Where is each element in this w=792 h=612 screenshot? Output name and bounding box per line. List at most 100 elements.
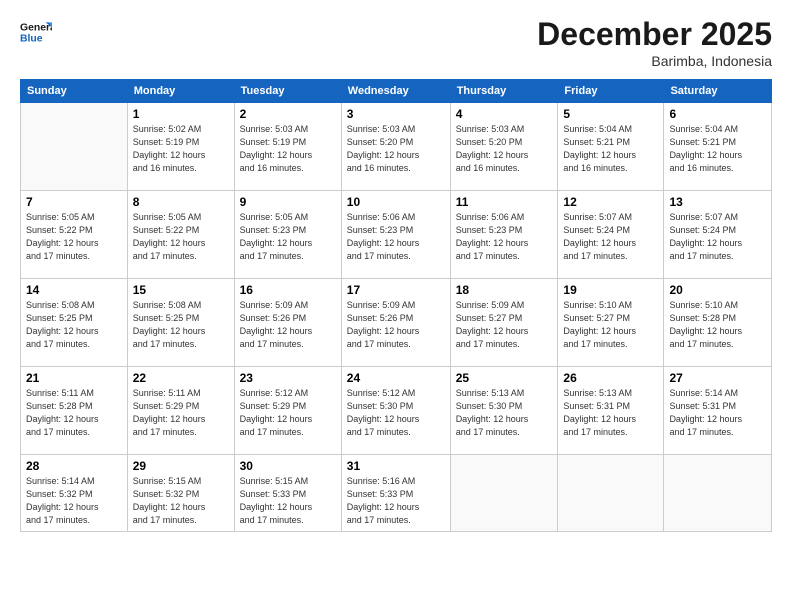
day-number: 29	[133, 459, 229, 473]
calendar-row: 1 Sunrise: 5:02 AMSunset: 5:19 PMDaylight…	[21, 103, 772, 191]
day-number: 17	[347, 283, 445, 297]
day-number: 28	[26, 459, 122, 473]
day-number: 20	[669, 283, 766, 297]
svg-text:General: General	[20, 22, 52, 33]
calendar-cell: 27Sunrise: 5:14 AMSunset: 5:31 PMDayligh…	[664, 367, 772, 455]
col-tuesday: Tuesday	[234, 80, 341, 103]
calendar-row: 21Sunrise: 5:11 AMSunset: 5:28 PMDayligh…	[21, 367, 772, 455]
day-info: Sunrise: 5:13 AMSunset: 5:30 PMDaylight:…	[456, 387, 553, 439]
day-number: 30	[240, 459, 336, 473]
calendar-cell	[450, 455, 558, 532]
calendar-cell: 16 Sunrise: 5:09 AMSunset: 5:26 PMDayligh…	[234, 279, 341, 367]
day-info: Sunrise: 5:08 AMSunset: 5:25 PMDaylight:…	[133, 299, 229, 351]
logo: General Blue	[20, 16, 52, 48]
day-number: 1	[133, 107, 229, 121]
calendar-header-row: Sunday Monday Tuesday Wednesday Thursday…	[21, 80, 772, 103]
col-friday: Friday	[558, 80, 664, 103]
day-number: 27	[669, 371, 766, 385]
calendar-cell: 11 Sunrise: 5:06 AMSunset: 5:23 PMDayligh…	[450, 191, 558, 279]
col-monday: Monday	[127, 80, 234, 103]
day-info: Sunrise: 5:12 AMSunset: 5:29 PMDaylight:…	[240, 387, 336, 439]
calendar-cell: 14Sunrise: 5:08 AMSunset: 5:25 PMDayligh…	[21, 279, 128, 367]
day-info: Sunrise: 5:09 AMSunset: 5:27 PMDaylight:…	[456, 299, 553, 351]
calendar-cell: 21Sunrise: 5:11 AMSunset: 5:28 PMDayligh…	[21, 367, 128, 455]
day-number: 8	[133, 195, 229, 209]
calendar-cell	[21, 103, 128, 191]
calendar-cell: 10 Sunrise: 5:06 AMSunset: 5:23 PMDayligh…	[341, 191, 450, 279]
day-number: 15	[133, 283, 229, 297]
calendar-cell: 17 Sunrise: 5:09 AMSunset: 5:26 PMDayligh…	[341, 279, 450, 367]
day-number: 26	[563, 371, 658, 385]
calendar-cell: 25 Sunrise: 5:13 AMSunset: 5:30 PMDayligh…	[450, 367, 558, 455]
day-number: 25	[456, 371, 553, 385]
calendar-cell: 13 Sunrise: 5:07 AMSunset: 5:24 PMDayligh…	[664, 191, 772, 279]
day-info: Sunrise: 5:06 AMSunset: 5:23 PMDaylight:…	[456, 211, 553, 263]
day-number: 12	[563, 195, 658, 209]
day-number: 21	[26, 371, 122, 385]
day-info: Sunrise: 5:04 AMSunset: 5:21 PMDaylight:…	[563, 123, 658, 175]
logo-icon: General Blue	[20, 16, 52, 48]
day-info: Sunrise: 5:05 AMSunset: 5:22 PMDaylight:…	[26, 211, 122, 263]
day-number: 16	[240, 283, 336, 297]
calendar-cell: 28 Sunrise: 5:14 AMSunset: 5:32 PMDayligh…	[21, 455, 128, 532]
calendar-row: 28 Sunrise: 5:14 AMSunset: 5:32 PMDayligh…	[21, 455, 772, 532]
title-block: December 2025 Barimba, Indonesia	[537, 16, 772, 69]
day-number: 9	[240, 195, 336, 209]
day-number: 10	[347, 195, 445, 209]
calendar-cell: 20 Sunrise: 5:10 AMSunset: 5:28 PMDayligh…	[664, 279, 772, 367]
calendar-cell: 8Sunrise: 5:05 AMSunset: 5:22 PMDaylight…	[127, 191, 234, 279]
calendar-cell: 7Sunrise: 5:05 AMSunset: 5:22 PMDaylight…	[21, 191, 128, 279]
day-info: Sunrise: 5:07 AMSunset: 5:24 PMDaylight:…	[669, 211, 766, 263]
header: General Blue December 2025 Barimba, Indo…	[20, 16, 772, 69]
day-info: Sunrise: 5:10 AMSunset: 5:28 PMDaylight:…	[669, 299, 766, 351]
day-number: 13	[669, 195, 766, 209]
calendar-cell: 3 Sunrise: 5:03 AMSunset: 5:20 PMDaylight…	[341, 103, 450, 191]
day-number: 18	[456, 283, 553, 297]
calendar-cell: 22Sunrise: 5:11 AMSunset: 5:29 PMDayligh…	[127, 367, 234, 455]
day-info: Sunrise: 5:10 AMSunset: 5:27 PMDaylight:…	[563, 299, 658, 351]
day-info: Sunrise: 5:09 AMSunset: 5:26 PMDaylight:…	[347, 299, 445, 351]
calendar-cell: 30 Sunrise: 5:15 AMSunset: 5:33 PMDayligh…	[234, 455, 341, 532]
day-info: Sunrise: 5:06 AMSunset: 5:23 PMDaylight:…	[347, 211, 445, 263]
calendar-cell: 9 Sunrise: 5:05 AMSunset: 5:23 PMDaylight…	[234, 191, 341, 279]
day-info: Sunrise: 5:09 AMSunset: 5:26 PMDaylight:…	[240, 299, 336, 351]
calendar-cell: 12Sunrise: 5:07 AMSunset: 5:24 PMDayligh…	[558, 191, 664, 279]
calendar-table: Sunday Monday Tuesday Wednesday Thursday…	[20, 79, 772, 532]
calendar-cell: 2Sunrise: 5:03 AMSunset: 5:19 PMDaylight…	[234, 103, 341, 191]
day-info: Sunrise: 5:05 AMSunset: 5:23 PMDaylight:…	[240, 211, 336, 263]
day-number: 6	[669, 107, 766, 121]
day-info: Sunrise: 5:02 AMSunset: 5:19 PMDaylight:…	[133, 123, 229, 175]
calendar-cell: 31 Sunrise: 5:16 AMSunset: 5:33 PMDayligh…	[341, 455, 450, 532]
calendar-cell: 5Sunrise: 5:04 AMSunset: 5:21 PMDaylight…	[558, 103, 664, 191]
day-info: Sunrise: 5:16 AMSunset: 5:33 PMDaylight:…	[347, 475, 445, 527]
day-info: Sunrise: 5:15 AMSunset: 5:33 PMDaylight:…	[240, 475, 336, 527]
calendar-cell: 26 Sunrise: 5:13 AMSunset: 5:31 PMDayligh…	[558, 367, 664, 455]
day-info: Sunrise: 5:04 AMSunset: 5:21 PMDaylight:…	[669, 123, 766, 175]
col-wednesday: Wednesday	[341, 80, 450, 103]
svg-text:Blue: Blue	[20, 34, 43, 45]
day-info: Sunrise: 5:14 AMSunset: 5:32 PMDaylight:…	[26, 475, 122, 527]
day-number: 3	[347, 107, 445, 121]
calendar-cell: 1 Sunrise: 5:02 AMSunset: 5:19 PMDaylight…	[127, 103, 234, 191]
col-saturday: Saturday	[664, 80, 772, 103]
calendar-cell: 24 Sunrise: 5:12 AMSunset: 5:30 PMDayligh…	[341, 367, 450, 455]
day-info: Sunrise: 5:13 AMSunset: 5:31 PMDaylight:…	[563, 387, 658, 439]
day-info: Sunrise: 5:03 AMSunset: 5:20 PMDaylight:…	[456, 123, 553, 175]
calendar-cell: 19 Sunrise: 5:10 AMSunset: 5:27 PMDayligh…	[558, 279, 664, 367]
month-title: December 2025	[537, 16, 772, 53]
day-number: 23	[240, 371, 336, 385]
calendar-cell: 15 Sunrise: 5:08 AMSunset: 5:25 PMDayligh…	[127, 279, 234, 367]
page: General Blue December 2025 Barimba, Indo…	[0, 0, 792, 612]
calendar-cell: 4Sunrise: 5:03 AMSunset: 5:20 PMDaylight…	[450, 103, 558, 191]
day-number: 22	[133, 371, 229, 385]
day-info: Sunrise: 5:03 AMSunset: 5:20 PMDaylight:…	[347, 123, 445, 175]
day-number: 11	[456, 195, 553, 209]
day-number: 31	[347, 459, 445, 473]
calendar-cell: 6 Sunrise: 5:04 AMSunset: 5:21 PMDaylight…	[664, 103, 772, 191]
col-thursday: Thursday	[450, 80, 558, 103]
calendar-cell: 18 Sunrise: 5:09 AMSunset: 5:27 PMDayligh…	[450, 279, 558, 367]
day-number: 24	[347, 371, 445, 385]
day-info: Sunrise: 5:12 AMSunset: 5:30 PMDaylight:…	[347, 387, 445, 439]
day-info: Sunrise: 5:08 AMSunset: 5:25 PMDaylight:…	[26, 299, 122, 351]
day-number: 19	[563, 283, 658, 297]
